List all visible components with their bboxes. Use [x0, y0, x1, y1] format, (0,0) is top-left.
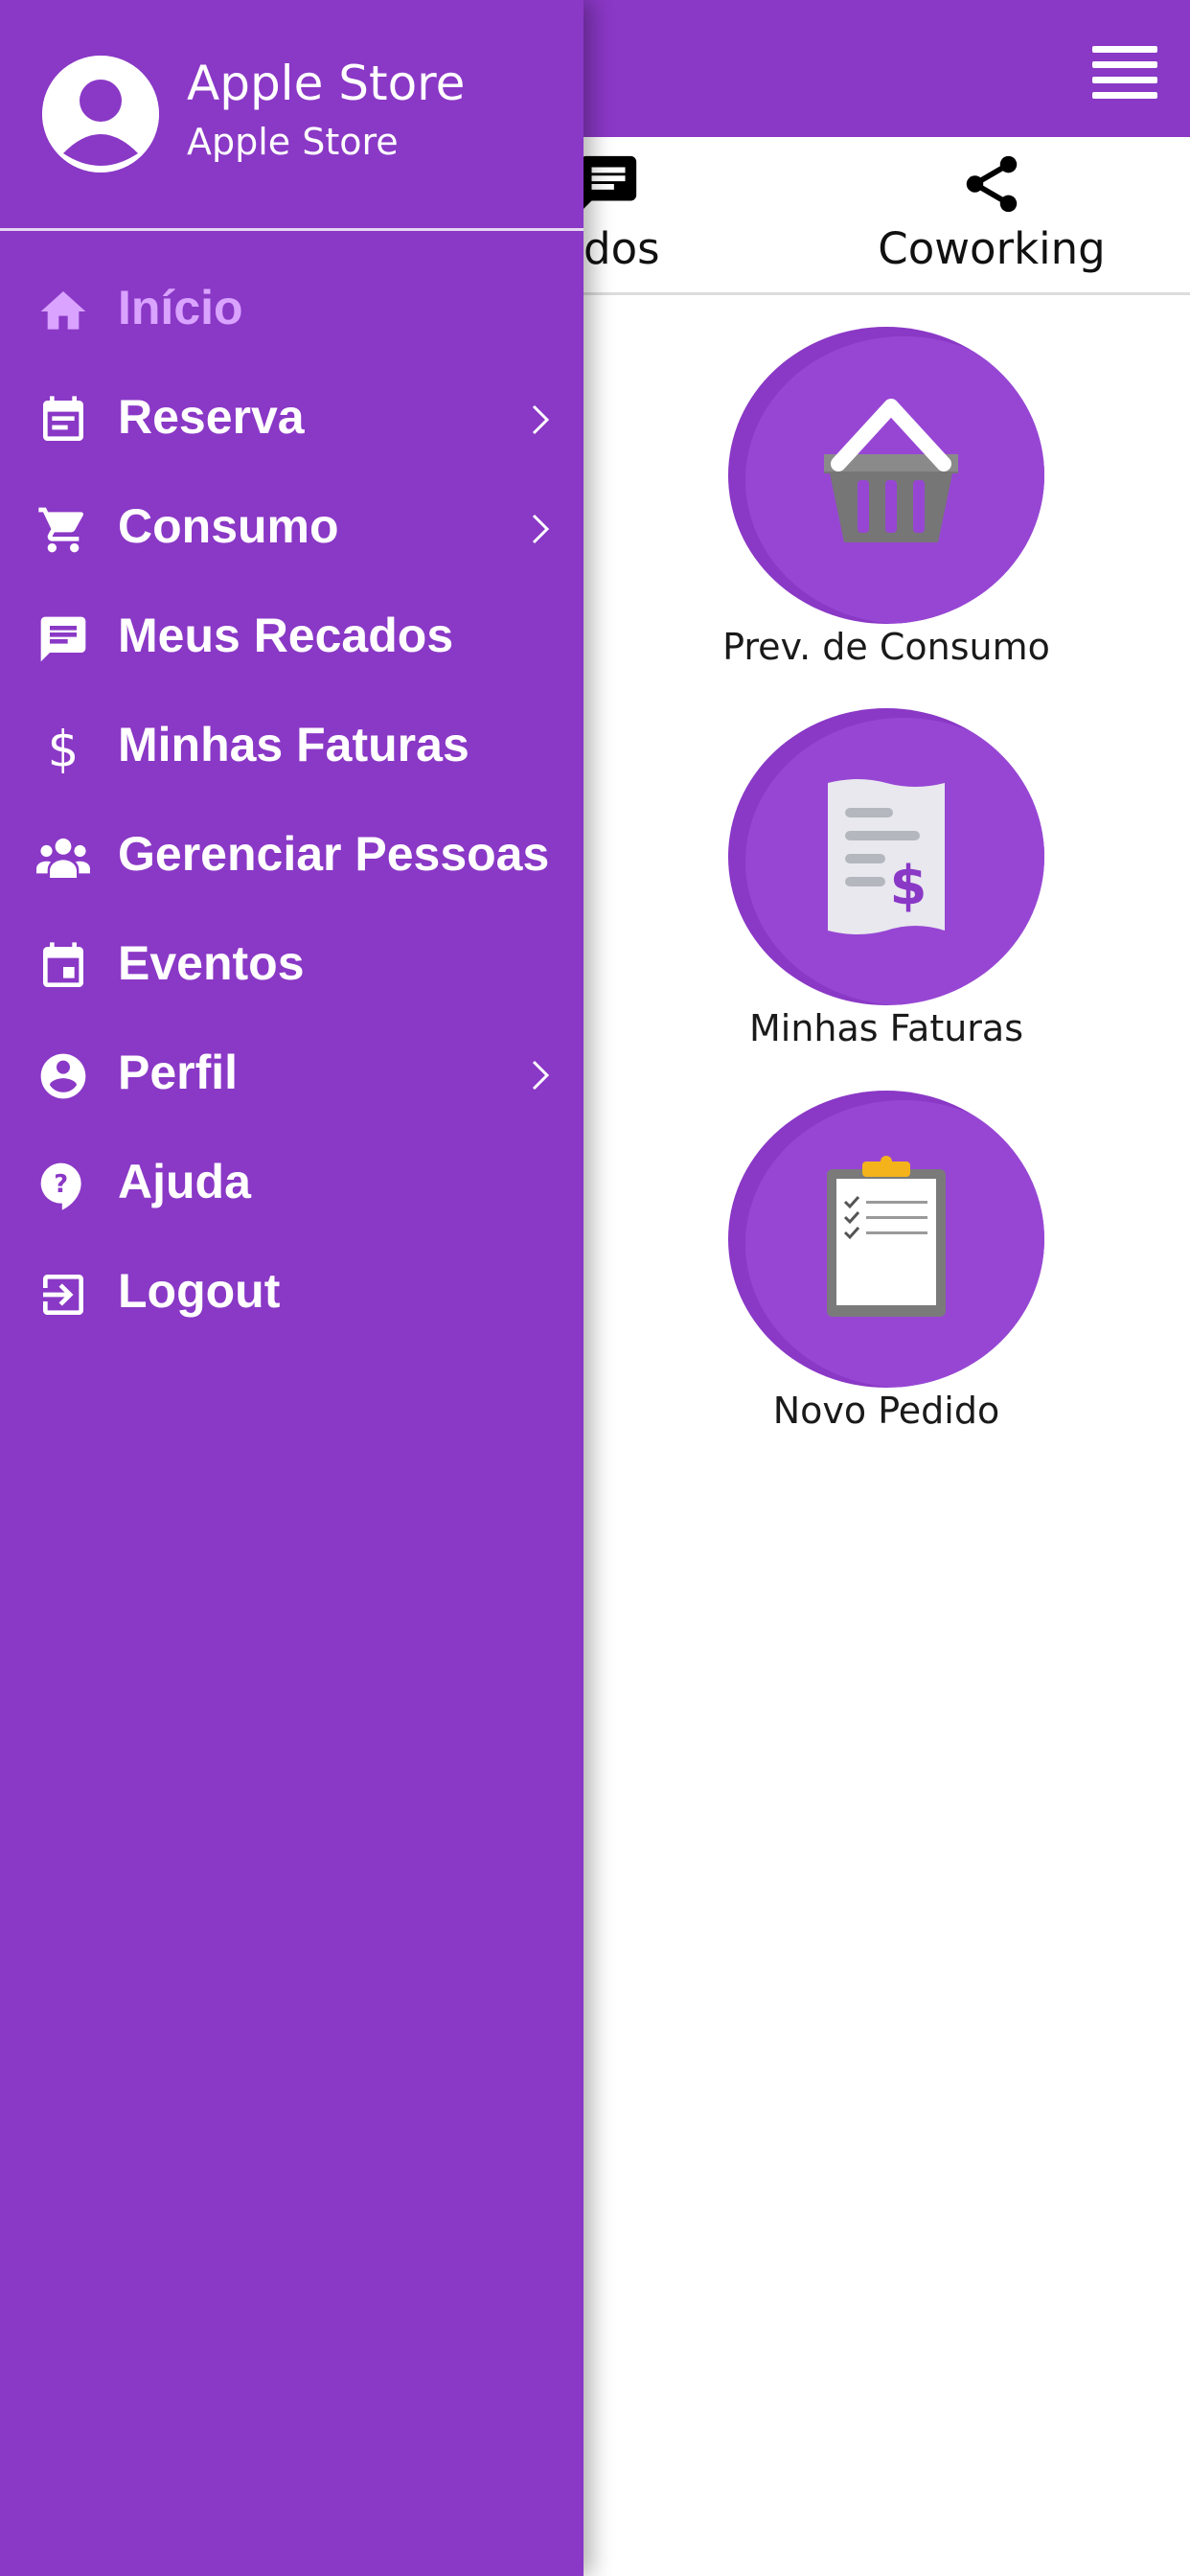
- menu-item-label: Minhas Faturas: [118, 718, 469, 771]
- menu-item-ajuda[interactable]: ? Ajuda: [0, 1129, 584, 1234]
- menu-item-label: Logout: [118, 1264, 281, 1318]
- hamburger-menu-icon[interactable]: [1092, 46, 1157, 100]
- menu-item-label: Meus Recados: [118, 609, 454, 662]
- menu-item-eventos[interactable]: Eventos: [0, 910, 584, 1016]
- menu-item-label: Reserva: [118, 390, 305, 444]
- menu-item-gerenciar-pessoas[interactable]: Gerenciar Pessoas: [0, 801, 584, 907]
- basket-icon: [824, 399, 958, 542]
- tile-novo-pedido[interactable]: Novo Pedido: [671, 1085, 1102, 1439]
- menu-item-label: Consumo: [118, 499, 339, 553]
- cart-icon: [38, 507, 84, 553]
- tab-label: Coworking: [878, 223, 1106, 274]
- menu-item-label: Ajuda: [118, 1155, 251, 1208]
- user-subtitle: Apple Store: [187, 121, 399, 163]
- svg-text:?: ?: [54, 1170, 68, 1199]
- menu-item-meus-recados[interactable]: Meus Recados: [0, 583, 584, 688]
- svg-text:$: $: [890, 855, 927, 917]
- help-icon: ?: [40, 1162, 81, 1210]
- chevron-right-icon: [532, 514, 550, 544]
- menu-item-logout[interactable]: Logout: [0, 1238, 584, 1344]
- tile-minhas-faturas[interactable]: $ Minhas Faturas: [671, 702, 1102, 1057]
- tile-prev-consumo[interactable]: Prev. de Consumo: [671, 321, 1102, 676]
- menu-item-label: Eventos: [118, 936, 305, 990]
- share-icon: [966, 155, 1018, 213]
- menu-item-label: Início: [118, 281, 243, 334]
- account-circle-icon: [40, 1053, 86, 1099]
- menu-item-minhas-faturas[interactable]: $ Minhas Faturas: [0, 692, 584, 797]
- message-icon: [40, 616, 86, 662]
- user-circle-icon[interactable]: [42, 56, 159, 172]
- clipboard-icon: [827, 1156, 946, 1317]
- event-icon: [43, 942, 83, 987]
- chevron-right-icon: [532, 1060, 550, 1091]
- tab-coworking[interactable]: Coworking: [843, 137, 1140, 292]
- user-name: Apple Store: [187, 56, 466, 111]
- menu-item-reserva[interactable]: Reserva: [0, 364, 584, 470]
- tile-label: Novo Pedido: [772, 1390, 1000, 1432]
- tile-circle: [728, 327, 1044, 624]
- home-icon: [40, 291, 86, 330]
- chevron-right-icon: [532, 404, 550, 435]
- dollar-icon: $: [48, 722, 80, 775]
- logout-icon: [43, 1275, 83, 1315]
- tile-circle: [728, 1091, 1044, 1388]
- calendar-list-icon: [43, 396, 83, 441]
- drawer-header: Apple Store Apple Store: [0, 0, 584, 231]
- menu-item-label: Gerenciar Pessoas: [118, 827, 550, 881]
- people-icon: [36, 838, 90, 878]
- menu-item-consumo[interactable]: Consumo: [0, 473, 584, 579]
- navigation-drawer: Apple Store Apple Store Início Reserva C…: [0, 0, 584, 2576]
- receipt-icon: $: [828, 779, 945, 934]
- menu-item-label: Perfil: [118, 1046, 239, 1099]
- tile-label: Prev. de Consumo: [722, 626, 1050, 668]
- message-icon: [580, 155, 637, 213]
- tile-label: Minhas Faturas: [748, 1007, 1024, 1049]
- menu-item-inicio[interactable]: Início: [0, 255, 584, 360]
- tile-circle: $: [728, 708, 1044, 1005]
- svg-text:$: $: [48, 722, 80, 775]
- menu-item-perfil[interactable]: Perfil: [0, 1020, 584, 1125]
